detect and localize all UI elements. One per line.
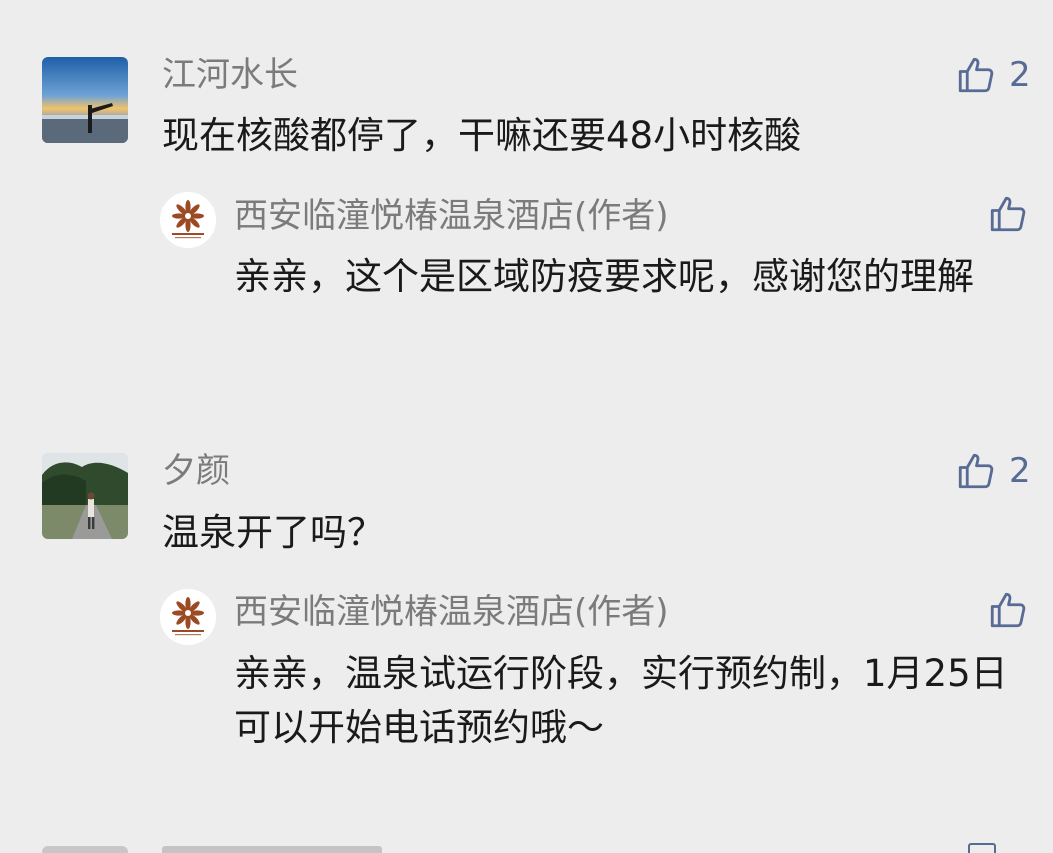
like-button[interactable]: 2 [955, 450, 1031, 492]
reply-text: 亲亲，这个是区域防疫要求呢，感谢您的理解 [234, 255, 974, 298]
thumbs-up-icon[interactable] [968, 843, 996, 853]
user-avatar[interactable] [42, 453, 128, 539]
thumbs-up-icon [990, 196, 1026, 232]
author-avatar[interactable] [160, 589, 216, 645]
like-button[interactable]: 2 [955, 54, 1031, 96]
reply-like-button[interactable] [987, 589, 1029, 631]
angsana-logo-avatar [160, 192, 216, 248]
user-avatar[interactable] [42, 57, 128, 143]
reply-author[interactable]: 西安临潼悦椿温泉酒店(作者) [234, 592, 669, 632]
comment-text: 温泉开了吗？ [162, 511, 384, 554]
reply-text: 亲亲，温泉试运行阶段，实行预约制，1月25日可以开始电话预约哦～ [234, 652, 1008, 749]
running-girl-avatar [42, 453, 128, 539]
beach-sunset-avatar [42, 57, 128, 143]
author-avatar[interactable] [160, 192, 216, 248]
next-avatar-partial[interactable] [42, 846, 128, 853]
comment-list: 江河水长 2 现在核酸都停了，干嘛还要48小时核酸 西安临潼悦椿温泉酒店(作者)… [0, 0, 1053, 853]
angsana-logo-avatar [160, 589, 216, 645]
next-author-partial [162, 846, 382, 853]
thumbs-up-icon [958, 453, 994, 489]
comment-author[interactable]: 夕颜 [162, 451, 230, 491]
comment-text: 现在核酸都停了，干嘛还要48小时核酸 [162, 114, 802, 157]
like-count: 2 [1009, 451, 1031, 491]
thumbs-up-icon [958, 57, 994, 93]
reply-like-button[interactable] [987, 193, 1029, 235]
comment-author[interactable]: 江河水长 [162, 55, 298, 95]
reply-author[interactable]: 西安临潼悦椿温泉酒店(作者) [234, 196, 669, 236]
like-count: 2 [1009, 55, 1031, 95]
thumbs-up-icon [990, 592, 1026, 628]
